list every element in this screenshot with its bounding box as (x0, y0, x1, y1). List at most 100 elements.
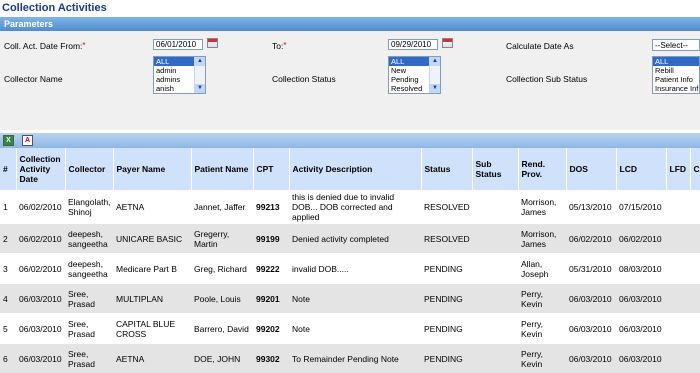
scroll-up-icon[interactable]: ▲ (430, 57, 440, 66)
table-cell (690, 254, 700, 284)
table-cell: Medicare Part B (113, 254, 191, 284)
table-cell: AETNA (113, 191, 191, 224)
table-cell: 06/03/2010 (566, 314, 616, 344)
listbox-scrollbar[interactable]: ▲▼ (194, 57, 205, 93)
collection-status-listbox[interactable]: ALL New Pending Resolved ▲▼ (388, 56, 441, 94)
table-cell: Gregerry, Martin (191, 224, 253, 254)
table-cell: UNICARE BASIC (113, 224, 191, 254)
to-date-calendar-icon[interactable] (442, 38, 453, 48)
table-cell: Morrison, James (518, 191, 566, 224)
parameters-panel: Coll. Act. Date From:* 06/01/2010 To:* 0… (0, 31, 700, 130)
table-cell: 06/02/2010 (616, 224, 666, 254)
table-cell (666, 254, 690, 284)
table-cell (472, 344, 518, 373)
table-cell: 06/02/2010 (16, 224, 65, 254)
table-cell: Note (289, 314, 421, 344)
table-cell: RESOLVED (421, 191, 472, 224)
table-row[interactable]: 506/03/2010Sree, PrasadCAPITAL BLUE CROS… (0, 314, 700, 344)
date-from-input[interactable]: 06/01/2010 (153, 39, 203, 50)
column-header[interactable]: Sub Status (472, 148, 518, 191)
collector-name-listbox[interactable]: ALL admin admins anish ▲▼ (153, 56, 206, 94)
date-from-calendar-icon[interactable] (207, 38, 218, 48)
to-date-label: To:* (272, 41, 286, 51)
table-cell: Sree, Prasad (65, 284, 113, 314)
column-header[interactable]: DOS (566, 148, 616, 191)
table-cell: 06/02/2010 (566, 224, 616, 254)
column-header[interactable]: LFD (666, 148, 690, 191)
table-cell: 99213 (253, 191, 289, 224)
column-header[interactable]: LCD (616, 148, 666, 191)
table-cell (472, 191, 518, 224)
table-cell: deepesh, sangeetha (65, 254, 113, 284)
pdf-export-icon[interactable]: A (22, 135, 33, 146)
column-header[interactable]: Collection Activity Date (16, 148, 65, 191)
activities-table: # Collection Activity Date Collector Pay… (0, 148, 700, 373)
table-cell: 06/03/2010 (616, 344, 666, 373)
table-cell: Poole, Louis (191, 284, 253, 314)
table-row[interactable]: 306/02/2010deepesh, sangeethaMedicare Pa… (0, 254, 700, 284)
table-cell: 06/03/2010 (616, 314, 666, 344)
table-cell: 99199 (253, 224, 289, 254)
scroll-up-icon[interactable]: ▲ (195, 57, 205, 66)
column-header[interactable]: Rend. Prov. (518, 148, 566, 191)
table-cell (472, 284, 518, 314)
table-cell: To Remainder Pending Note (289, 344, 421, 373)
table-cell: AETNA (113, 344, 191, 373)
export-toolbar: X A (0, 133, 700, 148)
list-option[interactable]: Insurance Inf (653, 84, 699, 93)
table-cell (690, 191, 700, 224)
table-row[interactable]: 106/02/2010Elangolath, ShinojAETNAJannet… (0, 191, 700, 224)
table-cell: 06/03/2010 (16, 284, 65, 314)
table-cell (666, 224, 690, 254)
calculate-date-label: Calculate Date As (506, 41, 574, 51)
to-date-input[interactable]: 09/29/2010 (388, 39, 438, 50)
table-cell: Morrison, James (518, 224, 566, 254)
list-option[interactable]: Rebill (653, 66, 699, 75)
column-header[interactable]: Collector (65, 148, 113, 191)
table-cell: 2 (0, 224, 16, 254)
table-cell: Perry, Kevin (518, 314, 566, 344)
table-cell: MULTIPLAN (113, 284, 191, 314)
list-option[interactable]: Patient Info (653, 75, 699, 84)
column-header[interactable]: CPT (253, 148, 289, 191)
table-cell (472, 224, 518, 254)
table-cell: Sree, Prasad (65, 344, 113, 373)
table-row[interactable]: 406/03/2010Sree, PrasadMULTIPLANPoole, L… (0, 284, 700, 314)
table-cell: 99202 (253, 314, 289, 344)
scroll-down-icon[interactable]: ▼ (430, 84, 440, 93)
column-header[interactable]: Patient Name (191, 148, 253, 191)
table-cell: 99222 (253, 254, 289, 284)
collection-sub-status-label: Collection Sub Status (506, 74, 587, 84)
column-header[interactable]: Activity Description (289, 148, 421, 191)
table-cell: Greg, Richard (191, 254, 253, 284)
excel-export-icon[interactable]: X (3, 135, 14, 146)
table-cell: CAPITAL BLUE CROSS (113, 314, 191, 344)
calculate-date-select[interactable]: --Select-- (652, 39, 700, 51)
table-cell: 06/03/2010 (16, 314, 65, 344)
table-cell (666, 344, 690, 373)
collection-sub-status-listbox[interactable]: ALL Rebill Patient Info Insurance Inf (652, 56, 700, 94)
column-header[interactable]: # (0, 148, 16, 191)
table-cell: 06/02/2010 (16, 191, 65, 224)
listbox-scrollbar[interactable]: ▲▼ (429, 57, 440, 93)
table-header-row: # Collection Activity Date Collector Pay… (0, 148, 700, 191)
table-cell: 06/03/2010 (16, 344, 65, 373)
column-header[interactable]: Status (421, 148, 472, 191)
table-cell (690, 284, 700, 314)
column-header[interactable]: Payer Name (113, 148, 191, 191)
list-option[interactable]: ALL (653, 57, 699, 66)
table-cell: DOE, JOHN (191, 344, 253, 373)
table-row[interactable]: 206/02/2010deepesh, sangeethaUNICARE BAS… (0, 224, 700, 254)
column-header[interactable]: C (690, 148, 700, 191)
scroll-down-icon[interactable]: ▼ (195, 84, 205, 93)
table-cell (690, 344, 700, 373)
table-cell: RESOLVED (421, 224, 472, 254)
table-cell: PENDING (421, 284, 472, 314)
table-cell (690, 314, 700, 344)
parameters-header: Parameters (0, 17, 700, 31)
table-cell (690, 224, 700, 254)
table-row[interactable]: 606/03/2010Sree, PrasadAETNADOE, JOHN993… (0, 344, 700, 373)
table-cell: 1 (0, 191, 16, 224)
table-cell: this is denied due to invalid DOB... DOB… (289, 191, 421, 224)
table-cell: 4 (0, 284, 16, 314)
